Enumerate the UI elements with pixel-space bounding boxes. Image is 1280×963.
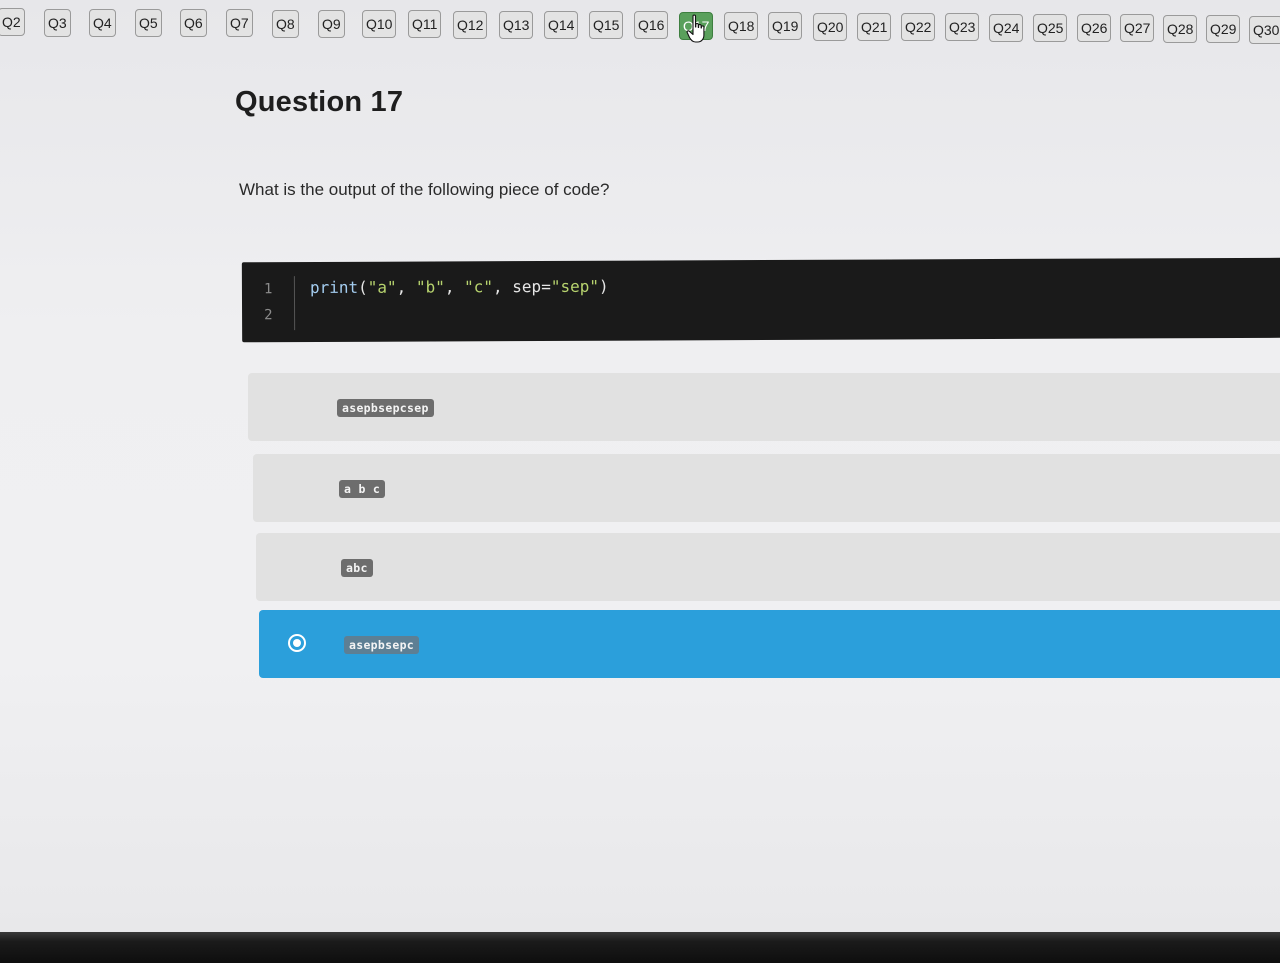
nav-q10[interactable]: Q10	[362, 10, 397, 38]
nav-q8[interactable]: Q8	[272, 10, 299, 38]
nav-q5[interactable]: Q5	[135, 9, 162, 37]
question-text: What is the output of the following piec…	[239, 180, 610, 199]
nav-q7[interactable]: Q7	[226, 9, 253, 37]
line-number: 1	[263, 281, 273, 298]
nav-q12[interactable]: Q12	[453, 11, 488, 39]
nav-q25[interactable]: Q25	[1033, 14, 1068, 42]
answer-option-3[interactable]: abc	[256, 533, 1280, 601]
nav-q16[interactable]: Q16	[634, 11, 669, 39]
nav-q21[interactable]: Q21	[857, 13, 892, 41]
screen: Q2 Q3 Q4 Q5 Q6 Q7 Q8 Q9 Q10 Q11 Q12 Q13 …	[0, 0, 1280, 938]
nav-q13[interactable]: Q13	[499, 11, 534, 39]
code-token-paren: (	[358, 277, 368, 297]
answer-option-4-selected[interactable]: asepbsepc	[259, 610, 1280, 678]
nav-q17-current[interactable]: Q17	[679, 12, 714, 40]
answer-option-1[interactable]: asepbsepcsep	[248, 373, 1280, 441]
nav-q19[interactable]: Q19	[768, 12, 803, 40]
nav-q14[interactable]: Q14	[544, 11, 579, 39]
question-navigation: Q2 Q3 Q4 Q5 Q6 Q7 Q8 Q9 Q10 Q11 Q12 Q13 …	[0, 6, 1280, 46]
code-block: 1 2 print("a", "b", "c", sep="sep")	[241, 257, 1280, 343]
nav-q9[interactable]: Q9	[318, 10, 345, 38]
nav-q15[interactable]: Q15	[589, 11, 624, 39]
code-token-function: print	[309, 277, 359, 298]
code-token-string: "b"	[415, 277, 445, 297]
nav-q2[interactable]: Q2	[0, 8, 25, 36]
code-token-comma: ,	[492, 277, 513, 297]
code-line-1: print("a", "b", "c", sep="sep")	[310, 277, 609, 297]
nav-q24[interactable]: Q24	[989, 14, 1024, 42]
nav-q11[interactable]: Q11	[408, 10, 442, 38]
code-token-string: "c"	[464, 277, 494, 297]
monitor-bezel	[0, 932, 1280, 963]
line-number: 2	[264, 307, 273, 324]
nav-q3[interactable]: Q3	[44, 9, 71, 37]
code-token-comma: ,	[396, 277, 416, 297]
line-number-gutter: 1 2	[259, 276, 296, 331]
nav-q18[interactable]: Q18	[724, 12, 759, 40]
code-token-comma: ,	[444, 277, 465, 297]
nav-q30[interactable]: Q30	[1249, 16, 1280, 44]
nav-q20[interactable]: Q20	[813, 13, 848, 41]
nav-q23[interactable]: Q23	[945, 13, 980, 41]
nav-q29[interactable]: Q29	[1206, 15, 1241, 43]
answer-option-2[interactable]: a b c	[253, 454, 1280, 522]
code-token-string: "a"	[367, 277, 397, 297]
nav-q26[interactable]: Q26	[1077, 14, 1112, 42]
answer-option-label: a b c	[339, 480, 386, 498]
nav-q27[interactable]: Q27	[1120, 14, 1155, 42]
radio-selected-icon[interactable]	[288, 634, 306, 652]
code-token-string: "sep"	[550, 276, 600, 296]
answer-option-label: asepbsepcsep	[337, 399, 434, 417]
answer-option-label: abc	[341, 559, 373, 577]
nav-q22[interactable]: Q22	[901, 13, 936, 41]
code-token-keyword-arg: sep=	[512, 276, 551, 297]
code-token-paren: )	[598, 276, 609, 296]
question-title: Question 17	[235, 86, 404, 118]
answer-option-label: asepbsepc	[344, 636, 420, 654]
nav-q28[interactable]: Q28	[1163, 15, 1198, 43]
nav-q6[interactable]: Q6	[180, 9, 207, 37]
nav-q4[interactable]: Q4	[89, 9, 116, 37]
